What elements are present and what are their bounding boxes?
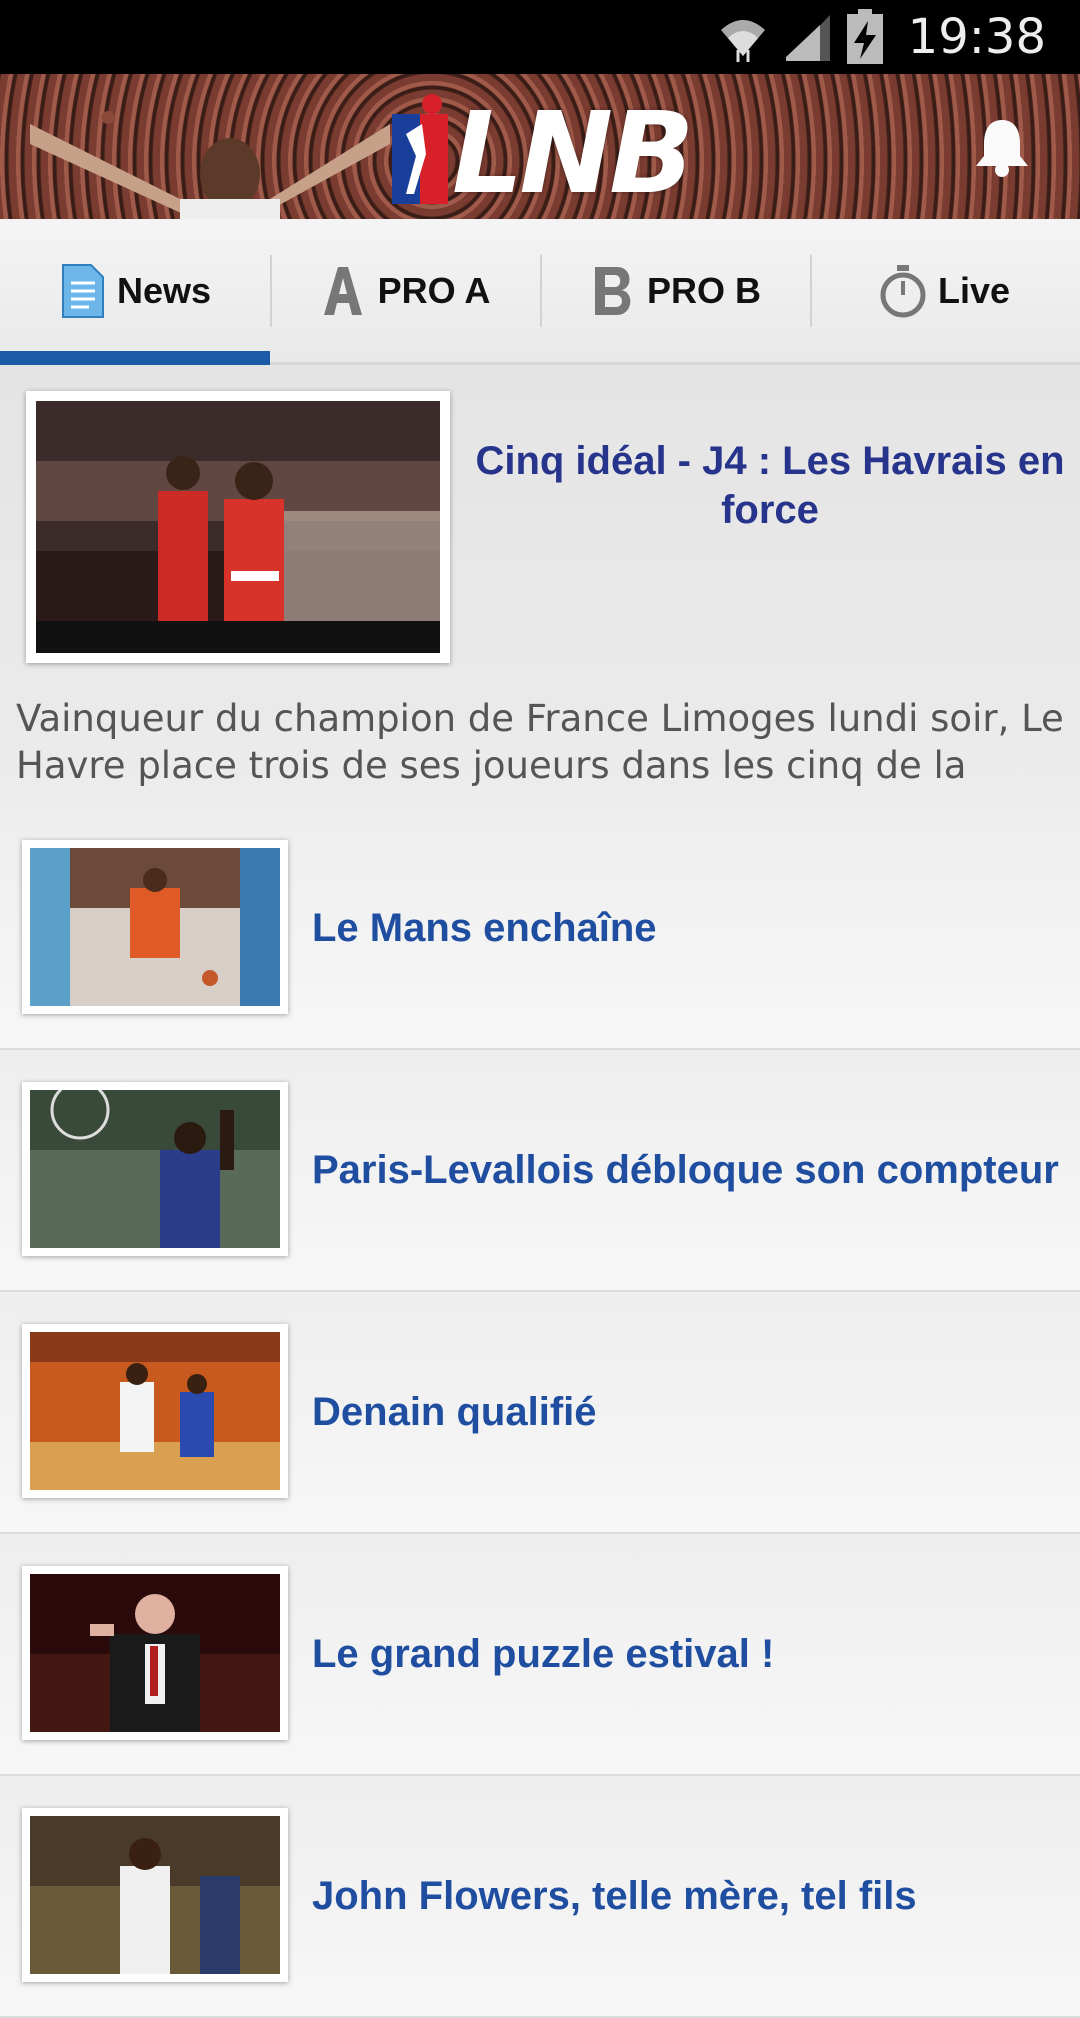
featured-thumbnail xyxy=(26,391,450,663)
tab-live[interactable]: Live xyxy=(810,219,1080,362)
status-icons: 19:38 xyxy=(716,0,1046,74)
article-list: Le Mans enchaîne Paris-Levallois débloqu… xyxy=(0,808,1080,2018)
featured-article[interactable]: Cinq idéal - J4 : Les Havrais en force V… xyxy=(0,365,1080,810)
tab-pro-a[interactable]: PRO A xyxy=(270,219,540,362)
list-item[interactable]: Denain qualifié xyxy=(0,1292,1080,1534)
tab-label: News xyxy=(116,269,212,311)
notification-bell-icon[interactable] xyxy=(972,116,1032,178)
tab-label: Live xyxy=(937,269,1011,311)
list-item[interactable]: Le Mans enchaîne xyxy=(0,808,1080,1050)
stopwatch-icon xyxy=(880,264,926,317)
tab-label: PRO B xyxy=(646,269,761,311)
featured-summary: Vainqueur du champion de France Limoges … xyxy=(16,697,1064,787)
battery-charging-icon xyxy=(846,9,883,64)
article-title[interactable]: John Flowers, telle mère, tel fils xyxy=(312,1776,1060,2016)
article-title[interactable]: Le grand puzzle estival ! xyxy=(312,1534,1060,1774)
article-title[interactable]: Denain qualifié xyxy=(312,1292,1060,1532)
article-thumbnail xyxy=(22,1566,288,1740)
letter-a-icon xyxy=(323,266,362,315)
article-photo xyxy=(30,1574,280,1732)
list-item[interactable]: Le grand puzzle estival ! xyxy=(0,1534,1080,1776)
article-photo xyxy=(30,1090,280,1248)
category-tabs: News PRO A PRO B Live xyxy=(0,219,1080,365)
wifi-icon xyxy=(720,20,765,62)
status-bar: 19:38 xyxy=(0,0,1080,74)
news-document-icon xyxy=(61,263,104,318)
lnb-logo[interactable]: LNB xyxy=(392,89,694,219)
tab-label: PRO A xyxy=(377,269,491,311)
list-item[interactable]: Paris-Levallois débloque son compteur xyxy=(0,1050,1080,1292)
article-thumbnail xyxy=(22,1324,288,1498)
article-photo xyxy=(30,848,280,1006)
lnb-logo-mark xyxy=(392,94,448,204)
tab-news[interactable]: News xyxy=(0,219,270,365)
article-photo xyxy=(30,1816,280,1974)
player-silhouette xyxy=(30,124,390,219)
article-photo xyxy=(30,1332,280,1490)
article-thumbnail xyxy=(22,1808,288,1982)
header-banner: LNB xyxy=(0,74,1080,219)
article-thumbnail xyxy=(22,1082,288,1256)
letter-b-icon xyxy=(594,266,631,315)
signal-icon xyxy=(785,15,830,61)
list-item[interactable]: John Flowers, telle mère, tel fils xyxy=(0,1776,1080,2018)
article-title[interactable]: Le Mans enchaîne xyxy=(312,808,1060,1048)
logo-text: LNB xyxy=(452,89,694,219)
article-thumbnail xyxy=(22,840,288,1014)
clock: 19:38 xyxy=(907,9,1046,65)
featured-title[interactable]: Cinq idéal - J4 : Les Havrais en force xyxy=(470,437,1070,535)
featured-photo xyxy=(36,401,440,653)
tab-pro-b[interactable]: PRO B xyxy=(540,219,810,362)
article-title[interactable]: Paris-Levallois débloque son compteur xyxy=(312,1050,1060,1290)
